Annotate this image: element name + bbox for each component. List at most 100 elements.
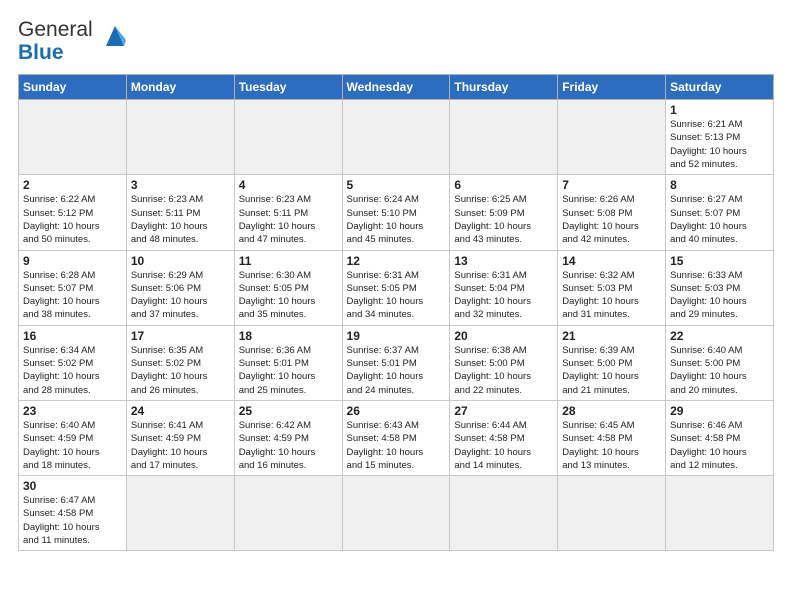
day-cell: 22Sunrise: 6:40 AM Sunset: 5:00 PM Dayli… xyxy=(666,325,774,400)
day-cell xyxy=(558,476,666,551)
day-cell xyxy=(666,476,774,551)
day-info: Sunrise: 6:31 AM Sunset: 5:04 PM Dayligh… xyxy=(454,269,553,322)
day-number: 9 xyxy=(23,254,122,268)
logo-general: General xyxy=(18,18,93,41)
day-info: Sunrise: 6:45 AM Sunset: 4:58 PM Dayligh… xyxy=(562,419,661,472)
weekday-header-sunday: Sunday xyxy=(19,75,127,100)
day-number: 13 xyxy=(454,254,553,268)
week-row-4: 16Sunrise: 6:34 AM Sunset: 5:02 PM Dayli… xyxy=(19,325,774,400)
day-cell: 16Sunrise: 6:34 AM Sunset: 5:02 PM Dayli… xyxy=(19,325,127,400)
day-number: 17 xyxy=(131,329,230,343)
day-number: 15 xyxy=(670,254,769,268)
day-info: Sunrise: 6:40 AM Sunset: 4:59 PM Dayligh… xyxy=(23,419,122,472)
day-cell: 18Sunrise: 6:36 AM Sunset: 5:01 PM Dayli… xyxy=(234,325,342,400)
day-number: 18 xyxy=(239,329,338,343)
day-number: 25 xyxy=(239,404,338,418)
day-info: Sunrise: 6:30 AM Sunset: 5:05 PM Dayligh… xyxy=(239,269,338,322)
day-number: 19 xyxy=(347,329,446,343)
day-number: 2 xyxy=(23,178,122,192)
day-number: 27 xyxy=(454,404,553,418)
day-info: Sunrise: 6:26 AM Sunset: 5:08 PM Dayligh… xyxy=(562,193,661,246)
day-cell: 7Sunrise: 6:26 AM Sunset: 5:08 PM Daylig… xyxy=(558,175,666,250)
day-cell: 29Sunrise: 6:46 AM Sunset: 4:58 PM Dayli… xyxy=(666,400,774,475)
day-cell: 27Sunrise: 6:44 AM Sunset: 4:58 PM Dayli… xyxy=(450,400,558,475)
weekday-header-monday: Monday xyxy=(126,75,234,100)
day-cell: 12Sunrise: 6:31 AM Sunset: 5:05 PM Dayli… xyxy=(342,250,450,325)
day-info: Sunrise: 6:33 AM Sunset: 5:03 PM Dayligh… xyxy=(670,269,769,322)
day-info: Sunrise: 6:44 AM Sunset: 4:58 PM Dayligh… xyxy=(454,419,553,472)
day-cell: 25Sunrise: 6:42 AM Sunset: 4:59 PM Dayli… xyxy=(234,400,342,475)
week-row-1: 1Sunrise: 6:21 AM Sunset: 5:13 PM Daylig… xyxy=(19,100,774,175)
day-info: Sunrise: 6:27 AM Sunset: 5:07 PM Dayligh… xyxy=(670,193,769,246)
day-number: 6 xyxy=(454,178,553,192)
day-number: 26 xyxy=(347,404,446,418)
week-row-2: 2Sunrise: 6:22 AM Sunset: 5:12 PM Daylig… xyxy=(19,175,774,250)
day-info: Sunrise: 6:22 AM Sunset: 5:12 PM Dayligh… xyxy=(23,193,122,246)
day-number: 10 xyxy=(131,254,230,268)
day-cell: 13Sunrise: 6:31 AM Sunset: 5:04 PM Dayli… xyxy=(450,250,558,325)
day-cell: 4Sunrise: 6:23 AM Sunset: 5:11 PM Daylig… xyxy=(234,175,342,250)
logo: General Blue xyxy=(18,18,134,64)
day-cell: 15Sunrise: 6:33 AM Sunset: 5:03 PM Dayli… xyxy=(666,250,774,325)
day-cell xyxy=(19,100,127,175)
day-cell xyxy=(126,100,234,175)
day-cell xyxy=(558,100,666,175)
day-number: 1 xyxy=(670,103,769,117)
week-row-5: 23Sunrise: 6:40 AM Sunset: 4:59 PM Dayli… xyxy=(19,400,774,475)
day-number: 22 xyxy=(670,329,769,343)
day-cell: 23Sunrise: 6:40 AM Sunset: 4:59 PM Dayli… xyxy=(19,400,127,475)
day-cell xyxy=(342,100,450,175)
day-info: Sunrise: 6:46 AM Sunset: 4:58 PM Dayligh… xyxy=(670,419,769,472)
day-number: 29 xyxy=(670,404,769,418)
day-cell: 3Sunrise: 6:23 AM Sunset: 5:11 PM Daylig… xyxy=(126,175,234,250)
day-number: 30 xyxy=(23,479,122,493)
week-row-3: 9Sunrise: 6:28 AM Sunset: 5:07 PM Daylig… xyxy=(19,250,774,325)
day-info: Sunrise: 6:34 AM Sunset: 5:02 PM Dayligh… xyxy=(23,344,122,397)
day-number: 21 xyxy=(562,329,661,343)
weekday-header-row: SundayMondayTuesdayWednesdayThursdayFrid… xyxy=(19,75,774,100)
day-cell: 1Sunrise: 6:21 AM Sunset: 5:13 PM Daylig… xyxy=(666,100,774,175)
day-number: 4 xyxy=(239,178,338,192)
weekday-header-saturday: Saturday xyxy=(666,75,774,100)
day-info: Sunrise: 6:35 AM Sunset: 5:02 PM Dayligh… xyxy=(131,344,230,397)
day-number: 3 xyxy=(131,178,230,192)
day-info: Sunrise: 6:28 AM Sunset: 5:07 PM Dayligh… xyxy=(23,269,122,322)
day-cell: 11Sunrise: 6:30 AM Sunset: 5:05 PM Dayli… xyxy=(234,250,342,325)
day-cell xyxy=(450,476,558,551)
day-cell: 19Sunrise: 6:37 AM Sunset: 5:01 PM Dayli… xyxy=(342,325,450,400)
day-number: 7 xyxy=(562,178,661,192)
day-info: Sunrise: 6:39 AM Sunset: 5:00 PM Dayligh… xyxy=(562,344,661,397)
weekday-header-wednesday: Wednesday xyxy=(342,75,450,100)
day-number: 14 xyxy=(562,254,661,268)
day-cell xyxy=(342,476,450,551)
day-number: 20 xyxy=(454,329,553,343)
day-cell: 24Sunrise: 6:41 AM Sunset: 4:59 PM Dayli… xyxy=(126,400,234,475)
day-info: Sunrise: 6:42 AM Sunset: 4:59 PM Dayligh… xyxy=(239,419,338,472)
header: General Blue xyxy=(18,18,774,64)
week-row-6: 30Sunrise: 6:47 AM Sunset: 4:58 PM Dayli… xyxy=(19,476,774,551)
day-cell: 21Sunrise: 6:39 AM Sunset: 5:00 PM Dayli… xyxy=(558,325,666,400)
day-cell: 2Sunrise: 6:22 AM Sunset: 5:12 PM Daylig… xyxy=(19,175,127,250)
day-cell: 6Sunrise: 6:25 AM Sunset: 5:09 PM Daylig… xyxy=(450,175,558,250)
logo-blue: Blue xyxy=(18,41,64,64)
day-info: Sunrise: 6:23 AM Sunset: 5:11 PM Dayligh… xyxy=(239,193,338,246)
day-cell: 5Sunrise: 6:24 AM Sunset: 5:10 PM Daylig… xyxy=(342,175,450,250)
day-cell xyxy=(450,100,558,175)
day-cell: 28Sunrise: 6:45 AM Sunset: 4:58 PM Dayli… xyxy=(558,400,666,475)
day-cell: 9Sunrise: 6:28 AM Sunset: 5:07 PM Daylig… xyxy=(19,250,127,325)
calendar-page: General Blue SundayMondayTuesdayWednesda… xyxy=(0,0,792,561)
day-cell: 30Sunrise: 6:47 AM Sunset: 4:58 PM Dayli… xyxy=(19,476,127,551)
day-number: 11 xyxy=(239,254,338,268)
weekday-header-thursday: Thursday xyxy=(450,75,558,100)
day-number: 16 xyxy=(23,329,122,343)
day-number: 24 xyxy=(131,404,230,418)
day-cell: 26Sunrise: 6:43 AM Sunset: 4:58 PM Dayli… xyxy=(342,400,450,475)
day-info: Sunrise: 6:23 AM Sunset: 5:11 PM Dayligh… xyxy=(131,193,230,246)
day-cell xyxy=(234,476,342,551)
day-info: Sunrise: 6:41 AM Sunset: 4:59 PM Dayligh… xyxy=(131,419,230,472)
day-number: 8 xyxy=(670,178,769,192)
day-info: Sunrise: 6:24 AM Sunset: 5:10 PM Dayligh… xyxy=(347,193,446,246)
day-info: Sunrise: 6:29 AM Sunset: 5:06 PM Dayligh… xyxy=(131,269,230,322)
day-cell: 17Sunrise: 6:35 AM Sunset: 5:02 PM Dayli… xyxy=(126,325,234,400)
calendar-table: SundayMondayTuesdayWednesdayThursdayFrid… xyxy=(18,74,774,551)
